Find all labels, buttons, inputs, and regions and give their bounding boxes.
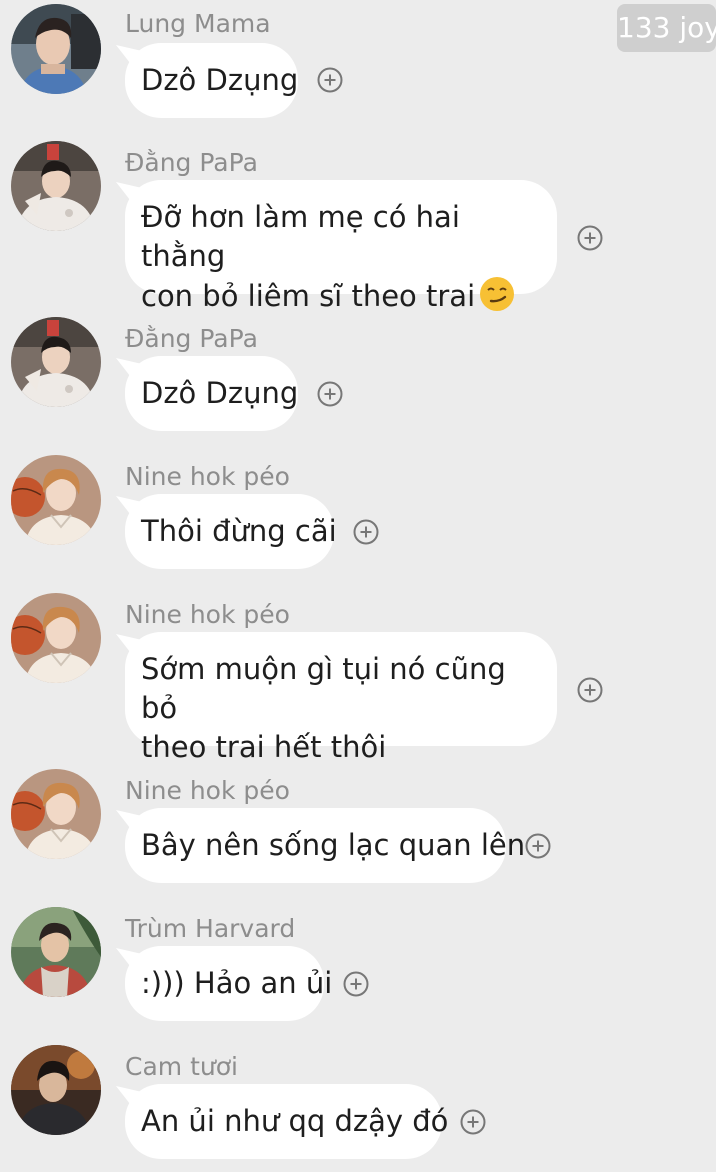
sender-name: Trùm Harvard xyxy=(125,914,296,943)
message-item: Nine hok péo Thôi đừng cãi xyxy=(0,454,716,574)
avatar-lung-mama-image xyxy=(11,4,101,94)
avatar-nine-hok-peo-image xyxy=(11,769,101,859)
message-item: Nine hok péo Sớm muộn gì tụi nó cũng bỏ … xyxy=(0,592,716,764)
message-bubble[interactable]: Dzô Dzụng xyxy=(125,356,298,431)
sender-name: Nine hok péo xyxy=(125,462,290,491)
message-bubble[interactable]: :))) Hảo an ủi xyxy=(125,946,332,1021)
add-reaction-icon[interactable] xyxy=(353,519,379,545)
sender-name: Nine hok péo xyxy=(125,776,290,805)
sender-name: Lung Mama xyxy=(125,9,271,38)
message-bubble[interactable]: Sớm muộn gì tụi nó cũng bỏ theo trai hết… xyxy=(125,632,557,764)
add-reaction-icon[interactable] xyxy=(577,225,603,251)
message-text: :))) Hảo an ủi xyxy=(141,966,333,1000)
message-item: Trùm Harvard :))) Hảo an ủi xyxy=(0,906,716,1026)
avatar[interactable] xyxy=(11,141,101,231)
smirking-face-emoji xyxy=(479,276,515,312)
avatar[interactable] xyxy=(11,4,101,94)
message-text-line: theo trai hết thôi xyxy=(141,730,387,764)
add-reaction-icon[interactable] xyxy=(343,971,369,997)
sender-name: Cam tươi xyxy=(125,1052,238,1081)
avatar[interactable] xyxy=(11,769,101,859)
message-bubble[interactable]: Bây nên sống lạc quan lên xyxy=(125,808,525,883)
avatar-nine-hok-peo-image xyxy=(11,593,101,683)
sender-name: Đằng PaPa xyxy=(125,324,258,353)
chat-message-list[interactable]: 133 joy Lung Mama Dzô Dzụng Đằng PaPa Đỡ… xyxy=(0,0,716,1172)
avatar-cam-tuoi-image xyxy=(11,1045,101,1135)
add-reaction-icon[interactable] xyxy=(317,67,343,93)
avatar-dang-papa-image xyxy=(11,317,101,407)
message-bubble[interactable]: Thôi đừng cãi xyxy=(125,494,337,569)
message-text: Dzô Dzụng xyxy=(141,63,299,97)
avatar-dang-papa-image xyxy=(11,141,101,231)
avatar[interactable] xyxy=(11,593,101,683)
message-bubble[interactable]: Đỡ hơn làm mẹ có hai thằng con bỏ liêm s… xyxy=(125,180,557,313)
sender-name: Nine hok péo xyxy=(125,600,290,629)
sender-name: Đằng PaPa xyxy=(125,148,258,177)
message-item: Đằng PaPa Đỡ hơn làm mẹ có hai thằng con… xyxy=(0,140,716,313)
add-reaction-icon[interactable] xyxy=(525,833,551,859)
message-text-line-with-emoji: con bỏ liêm sĩ theo trai xyxy=(141,276,539,316)
message-bubble[interactable]: An ủi như qq dzậy đó xyxy=(125,1084,448,1159)
message-item: Đằng PaPa Dzô Dzụng xyxy=(0,316,716,436)
message-text: Dzô Dzụng xyxy=(141,376,299,410)
add-reaction-icon[interactable] xyxy=(317,381,343,407)
message-text: con bỏ liêm sĩ theo trai xyxy=(141,279,476,313)
message-text: An ủi như qq dzậy đó xyxy=(141,1104,449,1138)
avatar[interactable] xyxy=(11,455,101,545)
message-text-line: Đỡ hơn làm mẹ có hai thằng xyxy=(141,200,460,273)
add-reaction-icon[interactable] xyxy=(460,1109,486,1135)
avatar-trum-harvard-image xyxy=(11,907,101,997)
message-text: Thôi đừng cãi xyxy=(141,514,337,548)
avatar[interactable] xyxy=(11,317,101,407)
message-bubble[interactable]: Dzô Dzụng xyxy=(125,43,298,118)
avatar[interactable] xyxy=(11,1045,101,1135)
message-text-line: Sớm muộn gì tụi nó cũng bỏ xyxy=(141,652,506,725)
avatar-nine-hok-peo-image xyxy=(11,455,101,545)
add-reaction-icon[interactable] xyxy=(577,677,603,703)
message-text: Bây nên sống lạc quan lên xyxy=(141,828,526,862)
message-item: Lung Mama Dzô Dzụng xyxy=(0,0,716,120)
message-item: Cam tươi An ủi như qq dzậy đó xyxy=(0,1044,716,1169)
message-item: Nine hok péo Bây nên sống lạc quan lên xyxy=(0,768,716,888)
avatar[interactable] xyxy=(11,907,101,997)
